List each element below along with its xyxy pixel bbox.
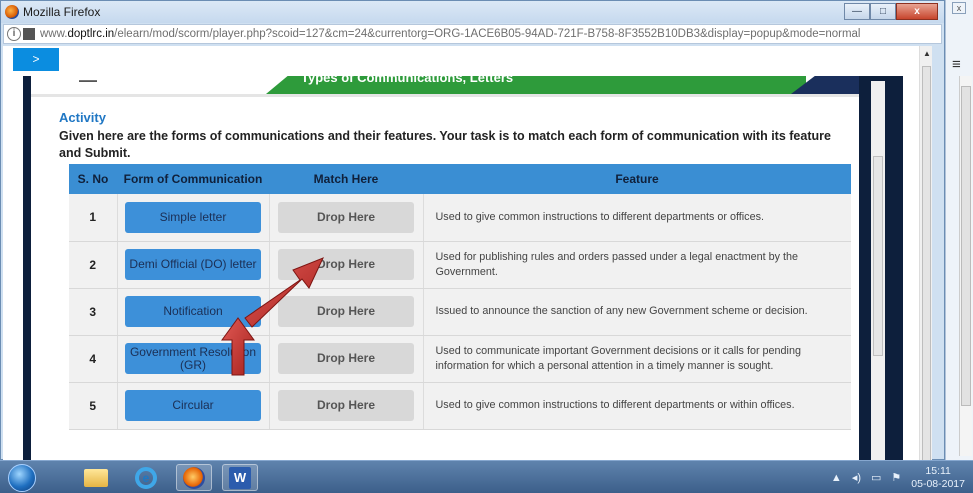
firefox-icon xyxy=(5,5,19,19)
draggable-form-simple-letter[interactable]: Simple letter xyxy=(125,201,261,233)
table-row: 3 Notification Drop Here Issued to annou… xyxy=(69,288,851,336)
table-row: 2 Demi Official (DO) letter Drop Here Us… xyxy=(69,241,851,289)
folder-icon xyxy=(84,468,108,487)
title-bar: Mozilla Firefox — □ x xyxy=(1,1,944,23)
course-content: ▬▬▬ Types of Communications, Letters Act… xyxy=(31,76,859,461)
background-close-icon[interactable]: x xyxy=(952,2,966,14)
taskbar-explorer[interactable] xyxy=(78,464,114,491)
page-scrollbar-thumb[interactable] xyxy=(922,66,931,461)
draggable-form-government-resolution[interactable]: Government Resolution (GR) xyxy=(125,343,261,374)
page-icon xyxy=(23,28,35,40)
drop-cell: Drop Here xyxy=(268,288,423,336)
windows-orb-icon xyxy=(8,463,36,492)
next-button[interactable]: > xyxy=(13,48,59,71)
draggable-form-notification[interactable]: Notification xyxy=(125,296,261,327)
drop-target[interactable]: Drop Here xyxy=(278,201,414,233)
row-number: 4 xyxy=(69,335,117,383)
feature-text: Used to communicate important Government… xyxy=(422,335,851,383)
close-button[interactable]: x xyxy=(896,3,938,20)
firefox-icon xyxy=(183,466,205,489)
drop-target[interactable]: Drop Here xyxy=(278,296,414,327)
hamburger-menu-icon[interactable]: ≡ xyxy=(952,56,961,73)
feature-text: Used to give common instructions to diff… xyxy=(422,194,851,242)
table-row: 1 Simple letter Drop Here Used to give c… xyxy=(69,194,851,242)
desktop: Mozilla Firefox — □ x i www.doptlrc.in/e… xyxy=(0,0,973,493)
tray-expand-icon[interactable]: ▲ xyxy=(831,472,842,484)
matching-table: S. No Form of Communication Match Here F… xyxy=(69,164,851,430)
clock-time: 15:11 xyxy=(925,464,951,477)
drop-cell: Drop Here xyxy=(268,335,423,383)
table-row: 4 Government Resolution (GR) Drop Here U… xyxy=(69,335,851,383)
drop-target[interactable]: Drop Here xyxy=(278,249,414,280)
firefox-window: Mozilla Firefox — □ x i www.doptlrc.in/e… xyxy=(0,0,945,461)
internet-explorer-icon: e xyxy=(135,466,157,489)
background-scrollbar[interactable] xyxy=(959,76,972,456)
table-row: 5 Circular Drop Here Used to give common… xyxy=(69,382,851,430)
form-cell: Simple letter xyxy=(116,194,269,242)
window-title: Mozilla Firefox xyxy=(23,5,101,19)
scroll-up-icon[interactable]: ▲ xyxy=(923,49,931,58)
network-icon[interactable]: ▭ xyxy=(871,471,881,484)
drop-cell: Drop Here xyxy=(268,194,423,242)
activity-heading: Activity xyxy=(59,110,106,125)
activity-instruction: Given here are the forms of communicatio… xyxy=(59,129,831,160)
info-icon[interactable]: i xyxy=(7,27,21,41)
clock[interactable]: 15:11 05-08-2017 xyxy=(911,465,965,491)
banner-logo: ▬▬▬ xyxy=(79,78,97,84)
background-scrollbar-thumb[interactable] xyxy=(961,86,971,406)
action-center-flag-icon[interactable]: ⚑ xyxy=(891,471,901,484)
banner-shadow xyxy=(31,94,859,97)
form-cell: Circular xyxy=(116,382,269,430)
system-tray: ▲ ◂) ▭ ⚑ 15:11 05-08-2017 xyxy=(831,461,973,493)
url-bar[interactable]: i www.doptlrc.in/elearn/mod/scorm/player… xyxy=(3,24,942,44)
feature-text: Used for publishing rules and orders pas… xyxy=(422,241,851,289)
feature-text: Used to give common instructions to diff… xyxy=(422,382,851,430)
drop-target[interactable]: Drop Here xyxy=(278,343,414,374)
course-banner: ▬▬▬ Types of Communications, Letters xyxy=(31,76,859,94)
clock-date: 05-08-2017 xyxy=(911,477,965,490)
url-prefix: www. xyxy=(40,28,68,40)
page-scrollbar[interactable]: ▲ xyxy=(919,46,932,461)
draggable-form-circular[interactable]: Circular xyxy=(125,390,261,421)
draggable-form-do-letter[interactable]: Demi Official (DO) letter xyxy=(125,249,261,280)
scorm-frame: ▬▬▬ Types of Communications, Letters Act… xyxy=(23,76,903,461)
start-button[interactable] xyxy=(2,461,42,493)
header-match: Match Here xyxy=(269,164,423,194)
row-number: 5 xyxy=(69,382,117,430)
banner-title: Types of Communications, Letters xyxy=(301,76,514,85)
header-sno: S. No xyxy=(69,164,117,194)
taskbar-ie[interactable]: e xyxy=(128,464,164,491)
form-cell: Notification xyxy=(116,288,269,336)
volume-icon[interactable]: ◂) xyxy=(852,471,861,484)
scrollbar-thumb[interactable] xyxy=(873,156,883,356)
windows-taskbar: e W ▲ ◂) ▭ ⚑ 15:11 05-08-2017 xyxy=(0,460,973,493)
table-header-row: S. No Form of Communication Match Here F… xyxy=(69,164,851,194)
header-feature: Feature xyxy=(423,164,851,194)
row-number: 2 xyxy=(69,241,117,289)
url-text[interactable]: www.doptlrc.in/elearn/mod/scorm/player.p… xyxy=(40,28,860,40)
row-number: 1 xyxy=(69,194,117,242)
row-number: 3 xyxy=(69,288,117,336)
window-controls: — □ x xyxy=(844,3,938,20)
maximize-button[interactable]: □ xyxy=(870,3,896,20)
header-form: Form of Communication xyxy=(117,164,269,194)
url-domain: doptlrc.in xyxy=(67,28,115,40)
drop-cell: Drop Here xyxy=(268,241,423,289)
word-icon: W xyxy=(229,466,251,489)
content-scrollbar[interactable] xyxy=(859,76,901,461)
taskbar-word[interactable]: W xyxy=(222,464,258,491)
form-cell: Demi Official (DO) letter xyxy=(116,241,269,289)
drop-target[interactable]: Drop Here xyxy=(278,390,414,421)
minimize-button[interactable]: — xyxy=(844,3,870,20)
page-viewport: > ▬▬▬ Types of Communications, Letters A… xyxy=(3,46,932,461)
taskbar-firefox[interactable] xyxy=(176,464,212,491)
feature-text: Issued to announce the sanction of any n… xyxy=(422,288,851,336)
url-path: /elearn/mod/scorm/player.php?scoid=127&c… xyxy=(114,28,861,40)
background-window-edge: x ≡ xyxy=(945,0,973,460)
drop-cell: Drop Here xyxy=(268,382,423,430)
form-cell: Government Resolution (GR) xyxy=(116,335,269,383)
